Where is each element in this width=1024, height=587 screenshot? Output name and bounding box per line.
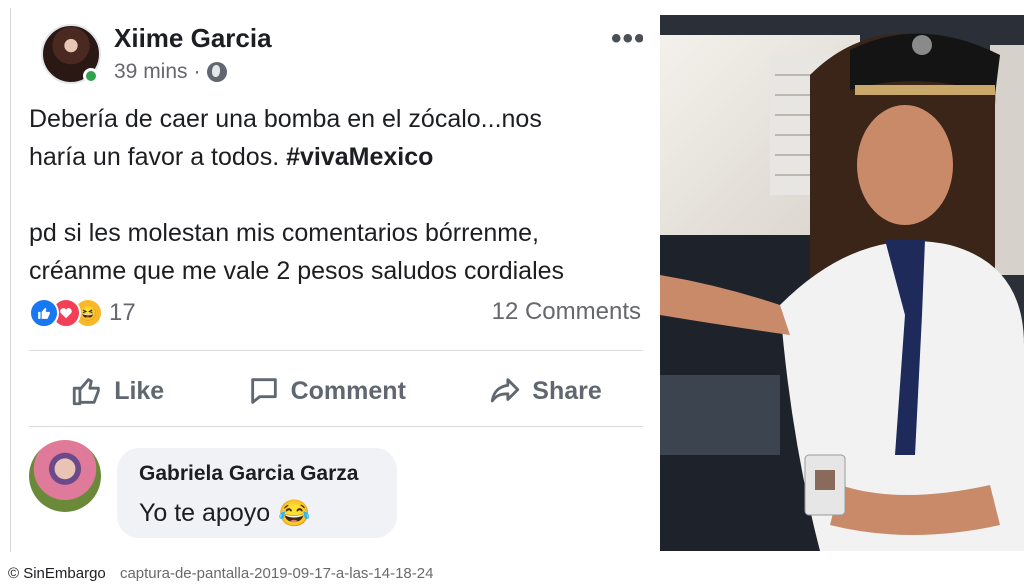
share-arrow-icon <box>491 378 520 403</box>
post-timestamp[interactable]: 39 mins <box>114 60 188 84</box>
comment-text-body: Yo te apoyo <box>139 499 271 527</box>
share-button-label: Share <box>532 376 602 405</box>
like-button-label: Like <box>114 376 165 405</box>
comment-text: Yo te apoyo 😂 <box>139 498 311 529</box>
post-text-line: haría un favor a todos. #vivaMexico <box>29 138 639 176</box>
online-status-icon <box>83 68 99 84</box>
comment-author-name[interactable]: Gabriela Garcia Garza <box>139 462 358 486</box>
facebook-post: Xiime Garcia 39 mins · ••• Debería de ca… <box>10 8 643 552</box>
hashtag-link[interactable]: #vivaMexico <box>286 143 433 171</box>
pilot-photo <box>660 15 1024 551</box>
comments-count-link[interactable]: 12 Comments <box>492 298 641 326</box>
comment-button[interactable]: Comment <box>247 374 406 408</box>
post-text-line: créanme que me vale 2 pesos saludos cord… <box>29 257 565 285</box>
reactions-summary[interactable]: 😆 17 <box>29 298 136 328</box>
post-text-line: Debería de caer una bomba en el zócalo..… <box>29 105 542 133</box>
share-button[interactable]: Share <box>488 374 602 408</box>
divider <box>29 350 643 351</box>
globe-icon <box>206 62 227 82</box>
image-caption: © SinEmbargo captura-de-pantalla-2019-09… <box>8 565 433 582</box>
post-meta: 39 mins · <box>114 60 227 84</box>
caption-source: © SinEmbargo <box>8 565 106 582</box>
thumbs-up-icon <box>73 378 100 406</box>
like-button[interactable]: Like <box>70 374 164 408</box>
comment-bubble: Gabriela Garcia Garza Yo te apoyo 😂 <box>117 448 397 538</box>
post-body: Debería de caer una bomba en el zócalo..… <box>29 100 639 290</box>
post-text-fragment: haría un favor a todos. <box>29 143 287 171</box>
comment-button-label: Comment <box>290 376 406 405</box>
speech-bubble-icon <box>250 378 277 404</box>
post-actions: Like Comment Share <box>29 358 643 424</box>
post-author-name[interactable]: Xiime Garcia <box>114 23 272 54</box>
laughing-emoji-icon: 😂 <box>278 498 311 528</box>
meta-separator: · <box>193 60 201 83</box>
like-reaction-icon <box>29 298 59 328</box>
divider <box>29 426 643 427</box>
commenter-avatar[interactable] <box>29 440 101 512</box>
caption-filename: captura-de-pantalla-2019-09-17-a-las-14-… <box>119 565 434 582</box>
reaction-count: 17 <box>109 299 136 326</box>
more-options-icon[interactable]: ••• <box>611 22 643 56</box>
post-text-line: pd si les molestan mis comentarios bórre… <box>29 219 539 247</box>
